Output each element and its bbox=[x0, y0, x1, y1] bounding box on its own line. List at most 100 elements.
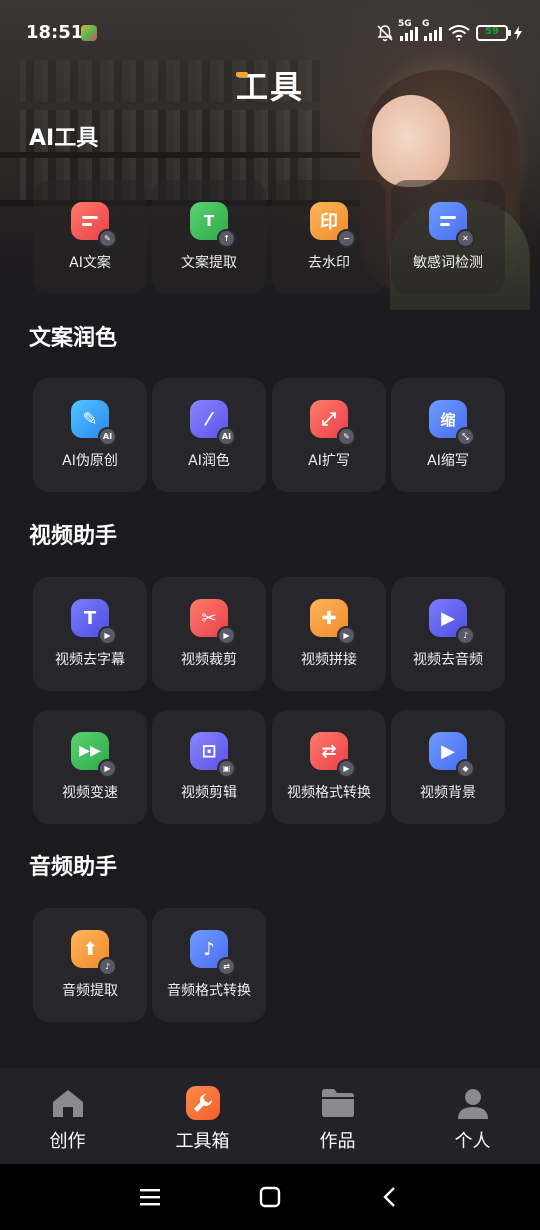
icon-glyph: ⇄ bbox=[321, 740, 337, 762]
tool-ai-abbreviate[interactable]: 缩 ⤡ AI缩写 bbox=[391, 378, 505, 492]
bell-muted-icon bbox=[377, 25, 393, 42]
section-title-copy-polish: 文案润色 bbox=[29, 326, 118, 351]
app-notification-icon bbox=[81, 25, 97, 41]
sensitive-word-icon: ✕ bbox=[429, 202, 475, 248]
watermark-remove-icon: 印 − bbox=[310, 202, 356, 248]
tool-ai-expand[interactable]: ⤢ ✎ AI扩写 bbox=[272, 378, 386, 492]
tool-watermark-remove[interactable]: 印 − 去水印 bbox=[272, 180, 386, 294]
tool-text-extract[interactable]: T ↑ 文案提取 bbox=[152, 180, 266, 294]
tool-label: AI文案 bbox=[69, 255, 111, 271]
speed-icon: ▶▶ ▶ bbox=[71, 732, 117, 778]
tool-label: AI缩写 bbox=[427, 453, 469, 469]
tab-toolbox[interactable]: 工具箱 bbox=[135, 1068, 270, 1164]
tool-label: 视频去字幕 bbox=[55, 652, 125, 668]
tool-video-background[interactable]: ▶ ◆ 视频背景 bbox=[391, 710, 505, 824]
tab-profile[interactable]: 个人 bbox=[405, 1068, 540, 1164]
folder-icon bbox=[321, 1086, 355, 1120]
tool-ai-polish[interactable]: ⁄ AI AI润色 bbox=[152, 378, 266, 492]
tool-label: 音频提取 bbox=[62, 983, 118, 999]
tool-label: 视频背景 bbox=[420, 785, 476, 801]
tool-label: 视频格式转换 bbox=[287, 785, 371, 801]
expand-edit-icon: ⤢ ✎ bbox=[310, 400, 356, 446]
tool-label: 去水印 bbox=[308, 255, 350, 271]
audio-convert-icon: ♪ ⇄ bbox=[190, 930, 236, 976]
tab-label: 创作 bbox=[49, 1131, 86, 1152]
wrench-icon bbox=[185, 1086, 220, 1120]
puzzle-icon: ✚ ▶ bbox=[310, 599, 356, 645]
scissors-icon: ✂ ▶ bbox=[190, 599, 236, 645]
crop-icon: ⊡ ▣ bbox=[190, 732, 236, 778]
signal-5g-label: 5G bbox=[398, 19, 412, 29]
tool-video-splice[interactable]: ✚ ▶ 视频拼接 bbox=[272, 577, 386, 691]
audio-extract-icon: ⬆ ♪ bbox=[71, 930, 117, 976]
wifi-icon bbox=[448, 25, 470, 41]
tool-video-edit[interactable]: ⊡ ▣ 视频剪辑 bbox=[152, 710, 266, 824]
charging-icon bbox=[514, 26, 522, 40]
signal-g-label: G bbox=[422, 19, 430, 29]
battery-level: 59 bbox=[485, 26, 499, 37]
section-title-video-assistant: 视频助手 bbox=[29, 524, 118, 549]
icon-glyph: ⬆ bbox=[82, 938, 98, 960]
tool-video-speed[interactable]: ▶▶ ▶ 视频变速 bbox=[33, 710, 147, 824]
tool-ai-copywriting[interactable]: ✎ AI文案 bbox=[33, 180, 147, 294]
tool-label: 敏感词检测 bbox=[413, 255, 483, 271]
doc-edit-icon: ✎ bbox=[71, 202, 117, 248]
icon-glyph: T bbox=[83, 607, 97, 629]
home-icon bbox=[51, 1086, 85, 1120]
tool-label: 视频剪辑 bbox=[181, 785, 237, 801]
icon-glyph: ⊡ bbox=[201, 740, 217, 762]
video-background-icon: ▶ ◆ bbox=[429, 732, 475, 778]
section-title-audio-assistant: 音频助手 bbox=[29, 855, 118, 880]
section-title-ai-tools: AI工具 bbox=[29, 126, 99, 151]
icon-glyph: ▶ bbox=[441, 607, 455, 629]
tool-video-format-convert[interactable]: ⇄ ▶ 视频格式转换 bbox=[272, 710, 386, 824]
title-accent bbox=[236, 72, 248, 77]
tool-label: AI伪原创 bbox=[62, 453, 118, 469]
tab-label: 个人 bbox=[454, 1131, 491, 1152]
icon-glyph: ▶▶ bbox=[79, 743, 101, 759]
text-extract-icon: T ↑ bbox=[190, 202, 236, 248]
back-icon[interactable] bbox=[370, 1182, 410, 1212]
page-title: 工具 bbox=[0, 62, 540, 108]
status-bar: 18:51 5G G 59 bbox=[0, 0, 540, 64]
tool-label: 文案提取 bbox=[181, 255, 237, 271]
tab-label: 工具箱 bbox=[175, 1131, 230, 1152]
signal-5g-icon: 5G bbox=[398, 19, 418, 41]
icon-glyph: ♪ bbox=[203, 938, 215, 960]
tool-label: 视频裁剪 bbox=[181, 652, 237, 668]
subtitle-remove-icon: T ▶ bbox=[71, 599, 117, 645]
tool-label: 视频变速 bbox=[62, 785, 118, 801]
menu-icon[interactable] bbox=[130, 1182, 170, 1212]
tool-label: 视频拼接 bbox=[301, 652, 357, 668]
icon-glyph: ✂ bbox=[201, 607, 217, 629]
icon-glyph: ▶ bbox=[441, 740, 455, 762]
tool-label: AI扩写 bbox=[308, 453, 350, 469]
format-convert-icon: ⇄ ▶ bbox=[310, 732, 356, 778]
tool-audio-format-convert[interactable]: ♪ ⇄ 音频格式转换 bbox=[152, 908, 266, 1022]
battery-icon: 59 bbox=[476, 25, 511, 41]
tool-video-remove-audio[interactable]: ▶ ♪ 视频去音频 bbox=[391, 577, 505, 691]
tab-label: 作品 bbox=[319, 1131, 356, 1152]
icon-glyph: 印 bbox=[320, 212, 338, 233]
tab-works[interactable]: 作品 bbox=[270, 1068, 405, 1164]
tool-video-remove-subtitles[interactable]: T ▶ 视频去字幕 bbox=[33, 577, 147, 691]
icon-glyph: ✚ bbox=[321, 607, 337, 629]
shrink-icon: 缩 ⤡ bbox=[429, 400, 475, 446]
bottom-tab-bar: 创作 工具箱 作品 个人 bbox=[0, 1068, 540, 1164]
person-icon bbox=[456, 1086, 490, 1120]
magic-wand-ai-icon: ⁄ AI bbox=[190, 400, 236, 446]
signal-g-icon: G bbox=[422, 19, 442, 41]
audio-remove-icon: ▶ ♪ bbox=[429, 599, 475, 645]
tool-label: 音频格式转换 bbox=[167, 983, 251, 999]
tool-video-crop[interactable]: ✂ ▶ 视频裁剪 bbox=[152, 577, 266, 691]
tool-label: 视频去音频 bbox=[413, 652, 483, 668]
home-nav-icon[interactable] bbox=[250, 1182, 290, 1212]
tool-audio-extract[interactable]: ⬆ ♪ 音频提取 bbox=[33, 908, 147, 1022]
status-time: 18:51 bbox=[26, 22, 84, 43]
tool-ai-pseudo-original[interactable]: ✎ AI AI伪原创 bbox=[33, 378, 147, 492]
tool-sensitive-word-detection[interactable]: ✕ 敏感词检测 bbox=[391, 180, 505, 294]
tab-create[interactable]: 创作 bbox=[0, 1068, 135, 1164]
tool-label: AI润色 bbox=[188, 453, 230, 469]
system-nav-bar bbox=[0, 1164, 540, 1230]
pen-ai-icon: ✎ AI bbox=[71, 400, 117, 446]
